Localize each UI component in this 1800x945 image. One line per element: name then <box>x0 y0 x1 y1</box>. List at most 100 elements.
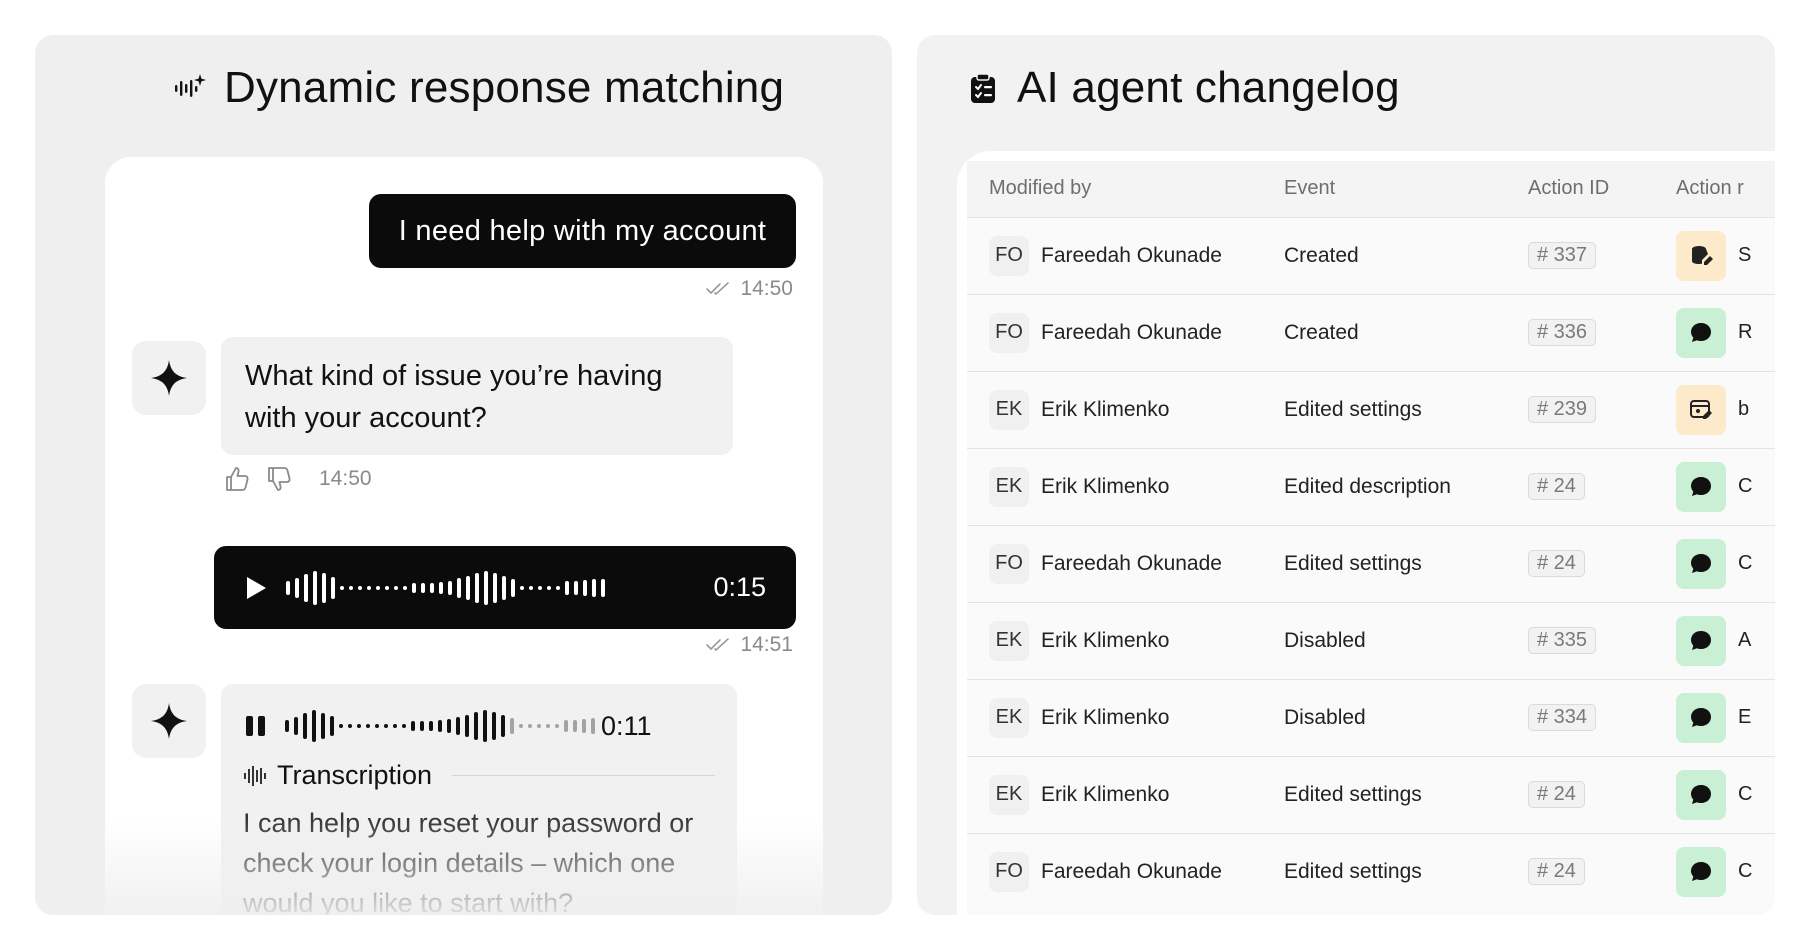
waveform-bar <box>429 721 433 731</box>
transcription-label: Transcription <box>277 760 433 790</box>
table-row[interactable]: FO Fareedah Okunade Edited settings # 24… <box>967 833 1775 910</box>
event-cell: Edited settings <box>1284 397 1422 421</box>
waveform-bar <box>556 585 560 590</box>
table-row[interactable]: FO Fareedah Okunade Created # 336 R <box>967 294 1775 371</box>
waveform-bar <box>601 578 605 597</box>
user-avatar-initials: FO <box>989 543 1029 584</box>
panel-title: Dynamic response matching <box>174 63 784 113</box>
action-id-badge[interactable]: # 239 <box>1528 396 1597 423</box>
waveform-bar <box>304 573 308 602</box>
waveform-bar <box>385 585 389 590</box>
user-name: Erik Klimenko <box>1041 705 1170 729</box>
waveform-bar <box>538 585 542 590</box>
table-row[interactable]: EK Erik Klimenko Edited settings # 24 C <box>967 756 1775 833</box>
voice-waveform[interactable] <box>285 706 595 746</box>
waveform-bar <box>547 585 551 590</box>
action-name-truncated: C <box>1738 475 1753 497</box>
table-row[interactable]: EK Erik Klimenko Edited settings # 239 b <box>967 371 1775 448</box>
waveform-bar <box>447 719 451 733</box>
user-name: Fareedah Okunade <box>1041 320 1222 344</box>
action-cell: C <box>1676 846 1775 897</box>
user-name: Erik Klimenko <box>1041 782 1170 806</box>
user-avatar-initials: FO <box>989 312 1029 353</box>
action-id-badge[interactable]: # 337 <box>1528 242 1597 269</box>
modified-by-cell: EK Erik Klimenko <box>989 697 1284 738</box>
user-name: Erik Klimenko <box>1041 474 1170 498</box>
thumbs-down-icon[interactable] <box>265 465 293 493</box>
table-row[interactable]: EK Erik Klimenko Disabled # 334 E <box>967 679 1775 756</box>
chat-bubble-icon <box>1676 307 1726 358</box>
event-cell: Disabled <box>1284 705 1366 729</box>
event-cell: Created <box>1284 243 1359 267</box>
message-time: 14:51 <box>740 633 793 656</box>
user-name: Fareedah Okunade <box>1041 859 1222 883</box>
user-voice-message: 0:15 <box>214 546 796 629</box>
waveform-bar <box>519 724 523 728</box>
four-point-star-icon <box>151 703 187 739</box>
user-avatar-initials: EK <box>989 620 1029 661</box>
user-avatar-initials: EK <box>989 774 1029 815</box>
thumbs-up-icon[interactable] <box>223 465 251 493</box>
voice-waveform[interactable] <box>286 568 605 608</box>
action-id-badge[interactable]: # 24 <box>1528 473 1585 500</box>
waveform-bar <box>421 582 425 593</box>
pause-icon[interactable] <box>243 713 269 739</box>
clipboard-check-icon <box>971 73 995 103</box>
user-avatar-initials: FO <box>989 235 1029 276</box>
waveform-bar <box>574 580 578 595</box>
waveform-bar <box>384 724 388 728</box>
waveform-bar <box>591 718 595 734</box>
message-time: 14:50 <box>740 277 793 300</box>
column-header[interactable]: Action ID <box>1528 161 1676 217</box>
action-id-badge[interactable]: # 334 <box>1528 704 1597 731</box>
waveform-bar <box>286 580 290 595</box>
action-id-badge[interactable]: # 24 <box>1528 858 1585 886</box>
waveform-bar <box>501 715 505 737</box>
column-header[interactable]: Modified by <box>967 161 1284 217</box>
changelog-table-container: Modified by Event Action ID Action r FO … <box>967 161 1775 915</box>
dynamic-response-panel: Dynamic response matching I need help wi… <box>35 35 892 915</box>
waveform-bar <box>466 575 470 600</box>
table-row[interactable]: EK Erik Klimenko Edited description # 24… <box>967 448 1775 525</box>
waveform-bar <box>375 724 379 728</box>
waveform-bar <box>403 585 407 590</box>
waveform-bar <box>475 572 479 603</box>
modified-by-cell: FO Fareedah Okunade <box>989 851 1284 892</box>
double-check-icon <box>706 282 730 295</box>
user-name: Fareedah Okunade <box>1041 551 1222 575</box>
event-cell: Edited settings <box>1284 782 1422 806</box>
event-cell: Edited settings <box>1284 859 1422 883</box>
table-row[interactable]: EK Erik Klimenko Disabled # 335 A <box>967 602 1775 679</box>
action-id-badge[interactable]: # 24 <box>1528 781 1585 808</box>
user-avatar-initials: FO <box>989 851 1029 892</box>
waveform-bar <box>394 585 398 590</box>
action-name-truncated: R <box>1738 321 1753 343</box>
waveform-bar <box>393 724 397 728</box>
chat-bubble-icon <box>1676 461 1726 512</box>
user-message-bubble: I need help with my account <box>369 194 796 268</box>
waveform-bar <box>555 724 559 728</box>
panel-title-text: AI agent changelog <box>1017 63 1400 112</box>
modified-by-cell: EK Erik Klimenko <box>989 466 1284 507</box>
waveform-bar <box>357 724 361 728</box>
voice-duration: 0:11 <box>601 710 652 741</box>
modified-by-cell: EK Erik Klimenko <box>989 774 1284 815</box>
action-id-badge[interactable]: # 24 <box>1528 550 1585 577</box>
action-cell: S <box>1676 230 1775 281</box>
action-cell: C <box>1676 769 1775 820</box>
waveform-bar <box>493 572 497 603</box>
waveform-bar <box>510 718 514 734</box>
waveform-bar <box>439 581 443 594</box>
waveform-bar <box>438 720 442 732</box>
column-header[interactable]: Event <box>1284 161 1528 217</box>
waveform-bar <box>402 724 406 728</box>
column-header[interactable]: Action r <box>1676 161 1775 217</box>
table-row[interactable]: FO Fareedah Okunade Edited settings # 24… <box>967 525 1775 602</box>
table-row[interactable]: FO Fareedah Okunade Created # 337 S <box>967 217 1775 294</box>
user-avatar-initials: EK <box>989 466 1029 507</box>
play-icon[interactable] <box>244 575 268 601</box>
waveform-bar <box>582 719 586 733</box>
action-id-badge[interactable]: # 335 <box>1528 627 1597 654</box>
voice-duration: 0:15 <box>713 572 766 602</box>
action-id-badge[interactable]: # 336 <box>1528 319 1597 346</box>
